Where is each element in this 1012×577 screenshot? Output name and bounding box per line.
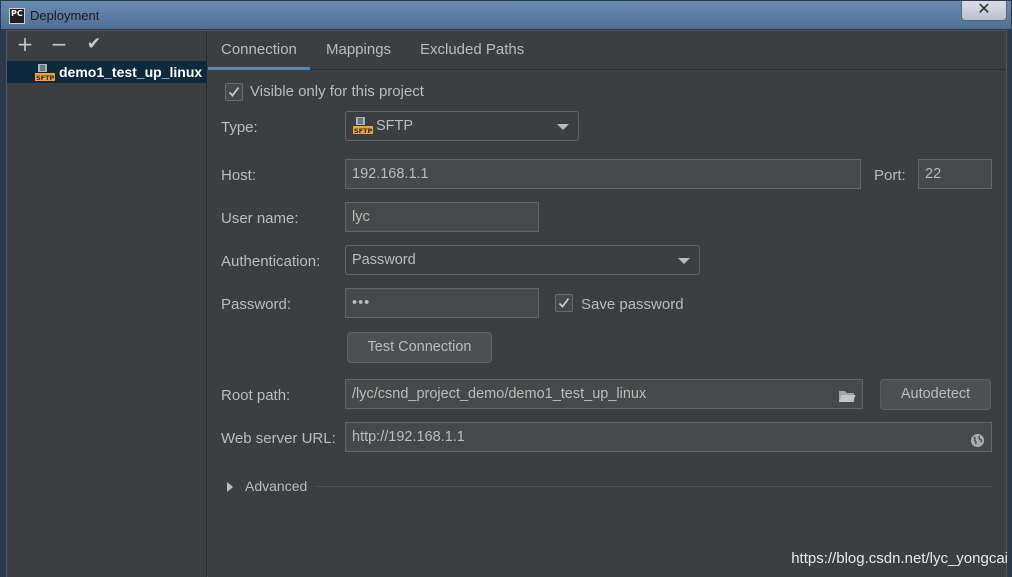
window-title: Deployment (30, 8, 100, 23)
root-path-field[interactable]: /lyc/csnd_project_demo/demo1_test_up_lin… (345, 379, 863, 409)
type-label: Type: (221, 119, 258, 136)
web-server-url-label: Web server URL: (221, 430, 336, 447)
password-field[interactable]: ••• (345, 288, 539, 318)
advanced-divider (316, 486, 992, 487)
tab-excluded-paths[interactable]: Excluded Paths (407, 31, 537, 70)
type-value: SFTP (376, 118, 414, 134)
authentication-label: Authentication: (221, 253, 321, 270)
root-path-value: /lyc/csnd_project_demo/demo1_test_up_lin… (352, 386, 647, 402)
authentication-value: Password (352, 252, 416, 268)
tab-connection[interactable]: Connection (208, 31, 310, 70)
globe-icon[interactable] (970, 430, 985, 458)
type-dropdown[interactable]: SFTP SFTP (345, 111, 579, 141)
web-server-url-value: http://192.168.1.1 (352, 429, 465, 445)
close-window-button[interactable]: ✕ (961, 1, 1007, 21)
tab-mappings[interactable]: Mappings (313, 31, 404, 70)
server-list-panel: + − ✔ SFTP demo1_test_up_linux (7, 31, 207, 577)
chevron-down-icon (557, 124, 569, 130)
check-icon[interactable]: ✔ (83, 33, 105, 55)
plus-icon[interactable]: + (14, 33, 36, 55)
dialog-frame: + − ✔ SFTP demo1_test_up_linux Connectio… (6, 30, 1007, 577)
visible-only-checkbox[interactable] (225, 83, 243, 101)
sftp-icon: SFTP (35, 64, 55, 82)
pycharm-app-icon: PC (9, 8, 25, 24)
minus-icon[interactable]: − (48, 33, 70, 55)
triangle-right-icon (227, 482, 233, 492)
test-connection-button[interactable]: Test Connection (347, 332, 492, 363)
server-list-toolbar: + − ✔ (7, 31, 206, 58)
svg-text:SFTP: SFTP (354, 127, 373, 135)
visible-only-label: Visible only for this project (250, 83, 424, 100)
save-password-checkbox[interactable] (555, 294, 573, 312)
host-label: Host: (221, 167, 257, 184)
port-label: Port: (874, 167, 906, 184)
watermark-text: https://blog.csdn.net/lyc_yongcai (791, 550, 1008, 567)
connection-settings-panel: Connection Mappings Excluded Paths Visib… (208, 31, 1006, 577)
tab-bar: Connection Mappings Excluded Paths (208, 31, 1006, 70)
autodetect-button[interactable]: Autodetect (880, 379, 991, 410)
password-label: Password: (221, 296, 292, 313)
web-server-url-field[interactable]: http://192.168.1.1 (345, 422, 992, 452)
host-field[interactable]: 192.168.1.1 (345, 159, 861, 189)
window-titlebar: PC Deployment ✕ (0, 0, 1012, 30)
advanced-label: Advanced (245, 478, 308, 494)
advanced-section-toggle[interactable]: Advanced (227, 478, 317, 496)
sftp-icon: SFTP (353, 117, 373, 145)
username-label: User name: (221, 210, 299, 227)
server-list-item[interactable]: SFTP demo1_test_up_linux (7, 61, 207, 83)
root-path-label: Root path: (221, 387, 291, 404)
port-field[interactable]: 22 (918, 159, 992, 189)
authentication-dropdown[interactable]: Password (345, 245, 700, 275)
username-field[interactable]: lyc (345, 202, 539, 232)
save-password-label: Save password (581, 296, 684, 313)
folder-icon[interactable] (838, 386, 856, 414)
chevron-down-icon (678, 258, 690, 264)
server-name-label: demo1_test_up_linux (59, 64, 203, 80)
svg-text:SFTP: SFTP (36, 74, 55, 82)
